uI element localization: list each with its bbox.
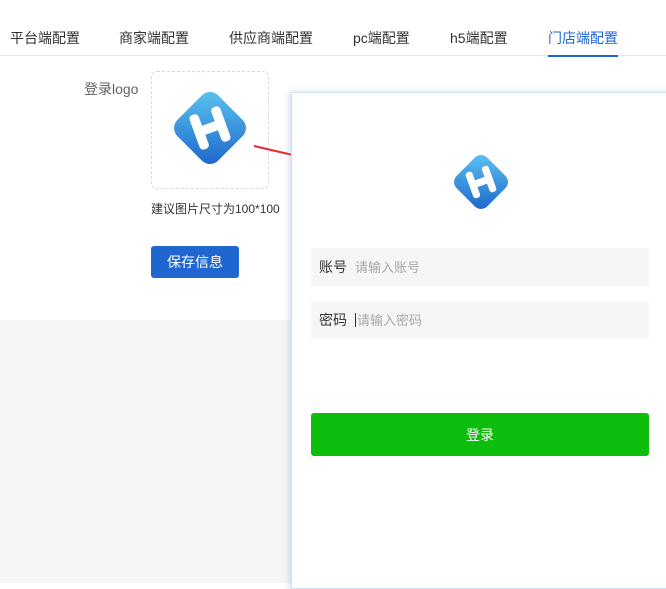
login-button[interactable]: 登录	[311, 413, 649, 456]
config-tabs: 平台端配置 商家端配置 供应商端配置 pc端配置 h5端配置 门店端配置	[0, 0, 666, 57]
account-input[interactable]	[355, 259, 605, 275]
tab-pc[interactable]: pc端配置	[353, 0, 410, 56]
account-label: 账号	[319, 259, 347, 275]
h-diamond-logo-icon	[162, 80, 258, 181]
logo-field-label: 登录logo	[84, 81, 139, 97]
tab-merchant[interactable]: 商家端配置	[119, 0, 189, 56]
tab-platform[interactable]: 平台端配置	[10, 0, 80, 56]
tab-supplier[interactable]: 供应商端配置	[229, 0, 313, 56]
password-row: 密码	[311, 301, 649, 339]
account-row: 账号	[311, 248, 649, 286]
preview-logo-icon	[445, 146, 517, 223]
text-caret	[355, 313, 356, 327]
login-preview-panel: 账号 密码 登录	[291, 92, 666, 589]
logo-size-hint: 建议图片尺寸为100*100	[151, 202, 280, 216]
tab-h5[interactable]: h5端配置	[450, 0, 508, 56]
tab-store[interactable]: 门店端配置	[548, 0, 618, 57]
password-label: 密码	[319, 312, 347, 328]
save-button[interactable]: 保存信息	[151, 246, 239, 278]
password-input[interactable]	[357, 312, 607, 328]
